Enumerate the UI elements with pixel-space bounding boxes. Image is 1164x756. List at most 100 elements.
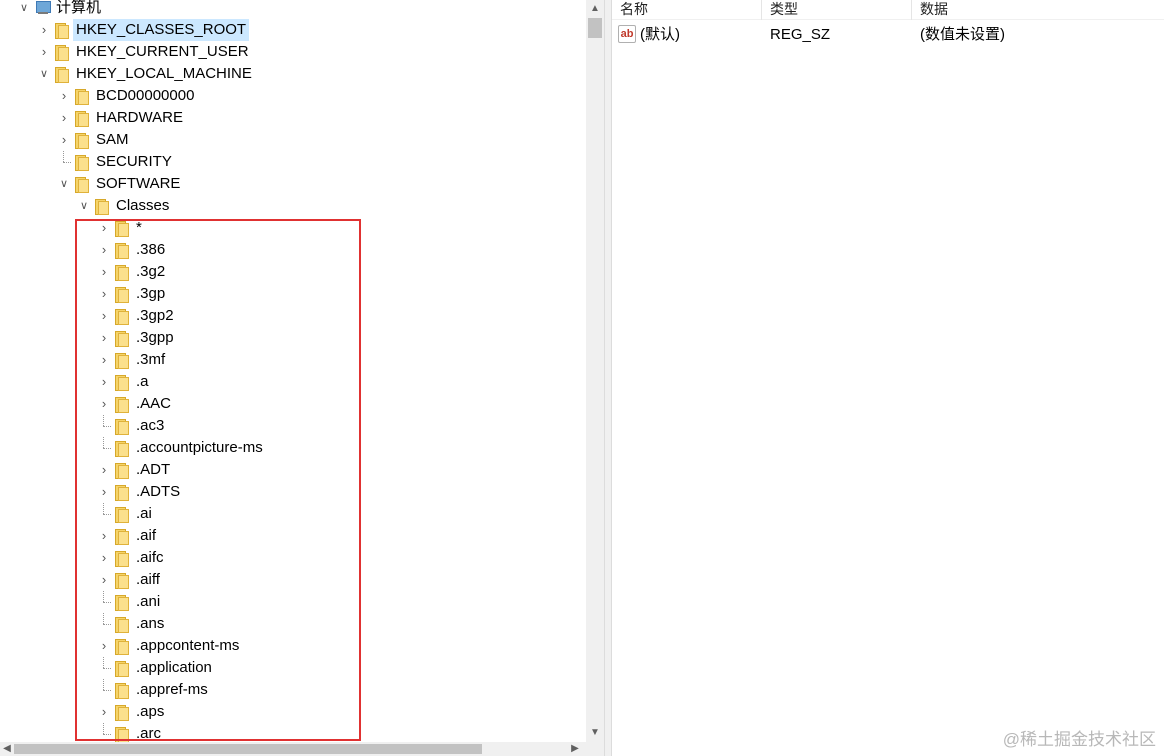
tree-node[interactable]: › .ADT — [0, 459, 586, 481]
tree-horizontal-scrollbar[interactable]: ◀ ▶ — [0, 742, 586, 756]
tree-connector-line — [97, 723, 111, 742]
chevron-right-icon[interactable]: › — [97, 635, 111, 657]
chevron-right-icon[interactable]: › — [97, 547, 111, 569]
tree-node[interactable]: SECURITY — [0, 151, 586, 173]
folder-icon — [75, 177, 89, 193]
chevron-right-icon[interactable]: › — [97, 349, 111, 371]
tree-node[interactable]: › * — [0, 217, 586, 239]
tree-node[interactable]: ∨ 计算机 — [0, 0, 586, 19]
tree-node[interactable]: › .aifc — [0, 547, 586, 569]
tree-node[interactable]: › .AAC — [0, 393, 586, 415]
tree-node[interactable]: › .386 — [0, 239, 586, 261]
folder-icon — [115, 639, 129, 655]
tree-connector-line — [97, 437, 111, 459]
chevron-right-icon[interactable]: › — [97, 393, 111, 415]
chevron-right-icon[interactable]: › — [37, 19, 51, 41]
tree-node-label: .ADTS — [136, 483, 181, 500]
folder-icon — [115, 727, 129, 742]
tree-node[interactable]: › .3gp — [0, 283, 586, 305]
tree-node[interactable]: › .aiff — [0, 569, 586, 591]
folder-icon — [55, 67, 69, 83]
tree-node[interactable]: › .3mf — [0, 349, 586, 371]
chevron-right-icon[interactable]: › — [97, 525, 111, 547]
scroll-up-arrow-icon[interactable]: ▲ — [586, 0, 604, 18]
tree-node[interactable]: › SAM — [0, 129, 586, 151]
tree-node-label: .ani — [136, 593, 161, 610]
chevron-right-icon[interactable]: › — [97, 459, 111, 481]
tree-node[interactable]: › HKEY_CURRENT_USER — [0, 41, 586, 63]
tree-node[interactable]: › BCD00000000 — [0, 85, 586, 107]
tree-node-label: HKEY_LOCAL_MACHINE — [76, 65, 252, 82]
folder-icon — [115, 705, 129, 721]
tree-node[interactable]: .ani — [0, 591, 586, 613]
chevron-right-icon[interactable]: › — [97, 305, 111, 327]
chevron-right-icon[interactable]: › — [97, 371, 111, 393]
scroll-right-arrow-icon[interactable]: ▶ — [568, 742, 582, 756]
tree-node-label: * — [136, 219, 142, 236]
folder-icon — [115, 287, 129, 303]
chevron-down-icon[interactable]: ∨ — [17, 0, 31, 19]
chevron-down-icon[interactable]: ∨ — [37, 63, 51, 85]
tree-node[interactable]: .accountpicture-ms — [0, 437, 586, 459]
folder-icon — [115, 463, 129, 479]
tree-node[interactable]: › .aps — [0, 701, 586, 723]
chevron-right-icon[interactable]: › — [97, 239, 111, 261]
tree-node-label: HKEY_CURRENT_USER — [76, 43, 249, 60]
computer-icon — [35, 1, 51, 15]
tree-node[interactable]: › .appcontent-ms — [0, 635, 586, 657]
chevron-right-icon[interactable]: › — [37, 41, 51, 63]
folder-icon — [115, 485, 129, 501]
tree-node-label: .3g2 — [136, 263, 166, 280]
tree-node[interactable]: › .3g2 — [0, 261, 586, 283]
chevron-right-icon[interactable]: › — [57, 129, 71, 151]
tree-node-label: .3gp2 — [136, 307, 174, 324]
tree-node[interactable]: › .3gpp — [0, 327, 586, 349]
tree-node-label: .application — [136, 659, 212, 676]
tree-node[interactable]: › HARDWARE — [0, 107, 586, 129]
tree-node[interactable]: ∨ HKEY_LOCAL_MACHINE — [0, 63, 586, 85]
tree-horizontal-scroll-thumb[interactable] — [14, 744, 482, 754]
tree-node[interactable]: .ac3 — [0, 415, 586, 437]
tree-node[interactable]: ∨ Classes — [0, 195, 586, 217]
tree-node[interactable]: .ai — [0, 503, 586, 525]
scroll-left-arrow-icon[interactable]: ◀ — [0, 742, 14, 756]
tree-node[interactable]: › .a — [0, 371, 586, 393]
tree-vertical-scrollbar[interactable]: ▲ ▼ — [586, 0, 604, 742]
registry-key-tree[interactable]: ∨ 计算机 › HKEY_CLASSES_ROOT › HKEY_CURRENT_USER… — [0, 0, 586, 742]
tree-node[interactable]: .ans — [0, 613, 586, 635]
tree-node[interactable]: ∨ SOFTWARE — [0, 173, 586, 195]
tree-connector-line — [97, 613, 111, 635]
tree-node[interactable]: › .aif — [0, 525, 586, 547]
chevron-right-icon[interactable]: › — [97, 283, 111, 305]
chevron-right-icon[interactable]: › — [97, 327, 111, 349]
tree-node[interactable]: .arc — [0, 723, 586, 742]
tree-connector-line — [97, 657, 111, 679]
chevron-down-icon[interactable]: ∨ — [57, 173, 71, 195]
folder-icon — [115, 221, 129, 237]
chevron-right-icon[interactable]: › — [97, 701, 111, 723]
folder-icon — [115, 419, 129, 435]
folder-icon — [75, 111, 89, 127]
chevron-right-icon[interactable]: › — [97, 261, 111, 283]
tree-vertical-scroll-thumb[interactable] — [588, 18, 602, 38]
tree-node[interactable]: › HKEY_CLASSES_ROOT — [0, 19, 586, 41]
chevron-right-icon[interactable]: › — [57, 107, 71, 129]
chevron-right-icon[interactable]: › — [97, 217, 111, 239]
tree-node[interactable]: .application — [0, 657, 586, 679]
column-header-data[interactable]: 数据 — [912, 0, 1164, 20]
chevron-right-icon[interactable]: › — [97, 569, 111, 591]
chevron-right-icon[interactable]: › — [97, 481, 111, 503]
scroll-down-arrow-icon[interactable]: ▼ — [586, 724, 604, 742]
tree-node[interactable]: .appref-ms — [0, 679, 586, 701]
column-header-name[interactable]: 名称 — [612, 0, 762, 20]
tree-node-label: .arc — [136, 725, 162, 742]
chevron-down-icon[interactable]: ∨ — [77, 195, 91, 217]
tree-node-label: .3gpp — [136, 329, 174, 346]
tree-node-label: SOFTWARE — [96, 175, 181, 192]
tree-node[interactable]: › .ADTS — [0, 481, 586, 503]
pane-splitter[interactable] — [604, 0, 612, 756]
column-header-type[interactable]: 类型 — [762, 0, 912, 20]
chevron-right-icon[interactable]: › — [57, 85, 71, 107]
tree-node-label: HKEY_CLASSES_ROOT — [73, 19, 250, 41]
tree-node[interactable]: › .3gp2 — [0, 305, 586, 327]
